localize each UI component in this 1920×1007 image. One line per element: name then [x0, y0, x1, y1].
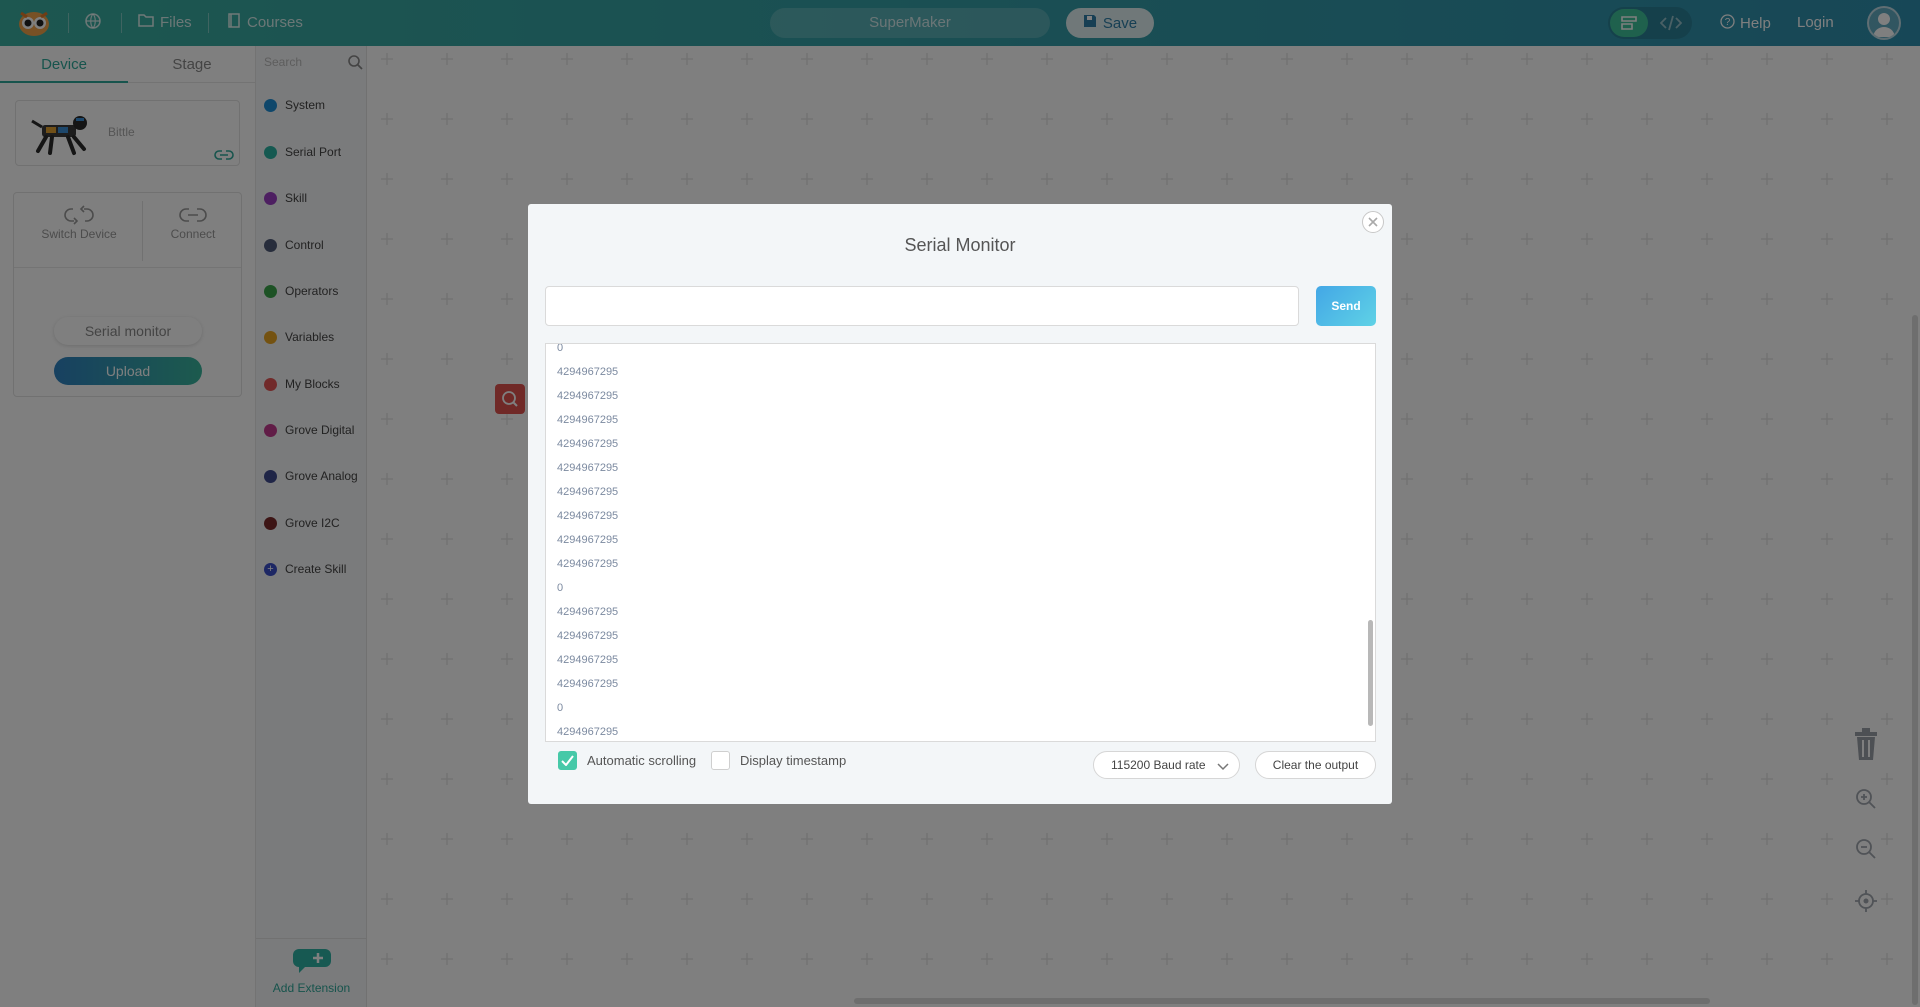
output-line: 4294967295	[557, 678, 619, 690]
output-line: 4294967295	[557, 438, 619, 450]
output-line: 4294967295	[557, 414, 619, 426]
serial-monitor-dialog: Serial Monitor Send 0 4294967295 429496729…	[528, 204, 1392, 804]
output-line: 4294967295	[557, 510, 619, 522]
baud-rate-value: 115200 Baud rate	[1111, 758, 1206, 772]
send-button[interactable]: Send	[1316, 286, 1376, 326]
check-icon	[561, 755, 574, 766]
output-scrollbar[interactable]	[1368, 620, 1373, 726]
dialog-title: Serial Monitor	[904, 235, 1016, 255]
output-line: 4294967295	[557, 558, 619, 570]
output-line: 4294967295	[557, 630, 619, 642]
output-lines: 0 4294967295 4294967295 4294967295 429496729…	[557, 343, 619, 741]
output-line: 0	[557, 702, 564, 714]
output-line: 4294967295	[557, 654, 619, 666]
auto-scroll-checkbox[interactable]	[558, 751, 577, 770]
output-line: 4294967295	[557, 726, 619, 738]
output-line: 4294967295	[557, 390, 619, 402]
timestamp-label: Display timestamp	[740, 753, 847, 768]
clear-output-button[interactable]: Clear the output	[1255, 751, 1376, 779]
serial-output-area[interactable]: 0 4294967295 4294967295 4294967295 429496729…	[545, 343, 1376, 742]
output-line: 4294967295	[557, 606, 619, 618]
auto-scroll-option[interactable]: Automatic scrolling	[558, 751, 696, 770]
timestamp-checkbox[interactable]	[711, 751, 730, 770]
close-icon[interactable]	[1362, 211, 1384, 233]
chevron-down-icon	[1217, 760, 1229, 774]
serial-send-input[interactable]	[545, 286, 1299, 326]
output-line: 4294967295	[557, 534, 619, 546]
output-line: 4294967295	[557, 486, 619, 498]
timestamp-option[interactable]: Display timestamp	[711, 751, 846, 770]
baud-rate-select[interactable]: 115200 Baud rate	[1093, 751, 1240, 779]
output-line: 4294967295	[557, 462, 619, 474]
output-line: 4294967295	[557, 366, 619, 378]
output-line: 0	[557, 582, 564, 594]
output-line: 0	[557, 343, 564, 354]
auto-scroll-label: Automatic scrolling	[587, 753, 697, 768]
